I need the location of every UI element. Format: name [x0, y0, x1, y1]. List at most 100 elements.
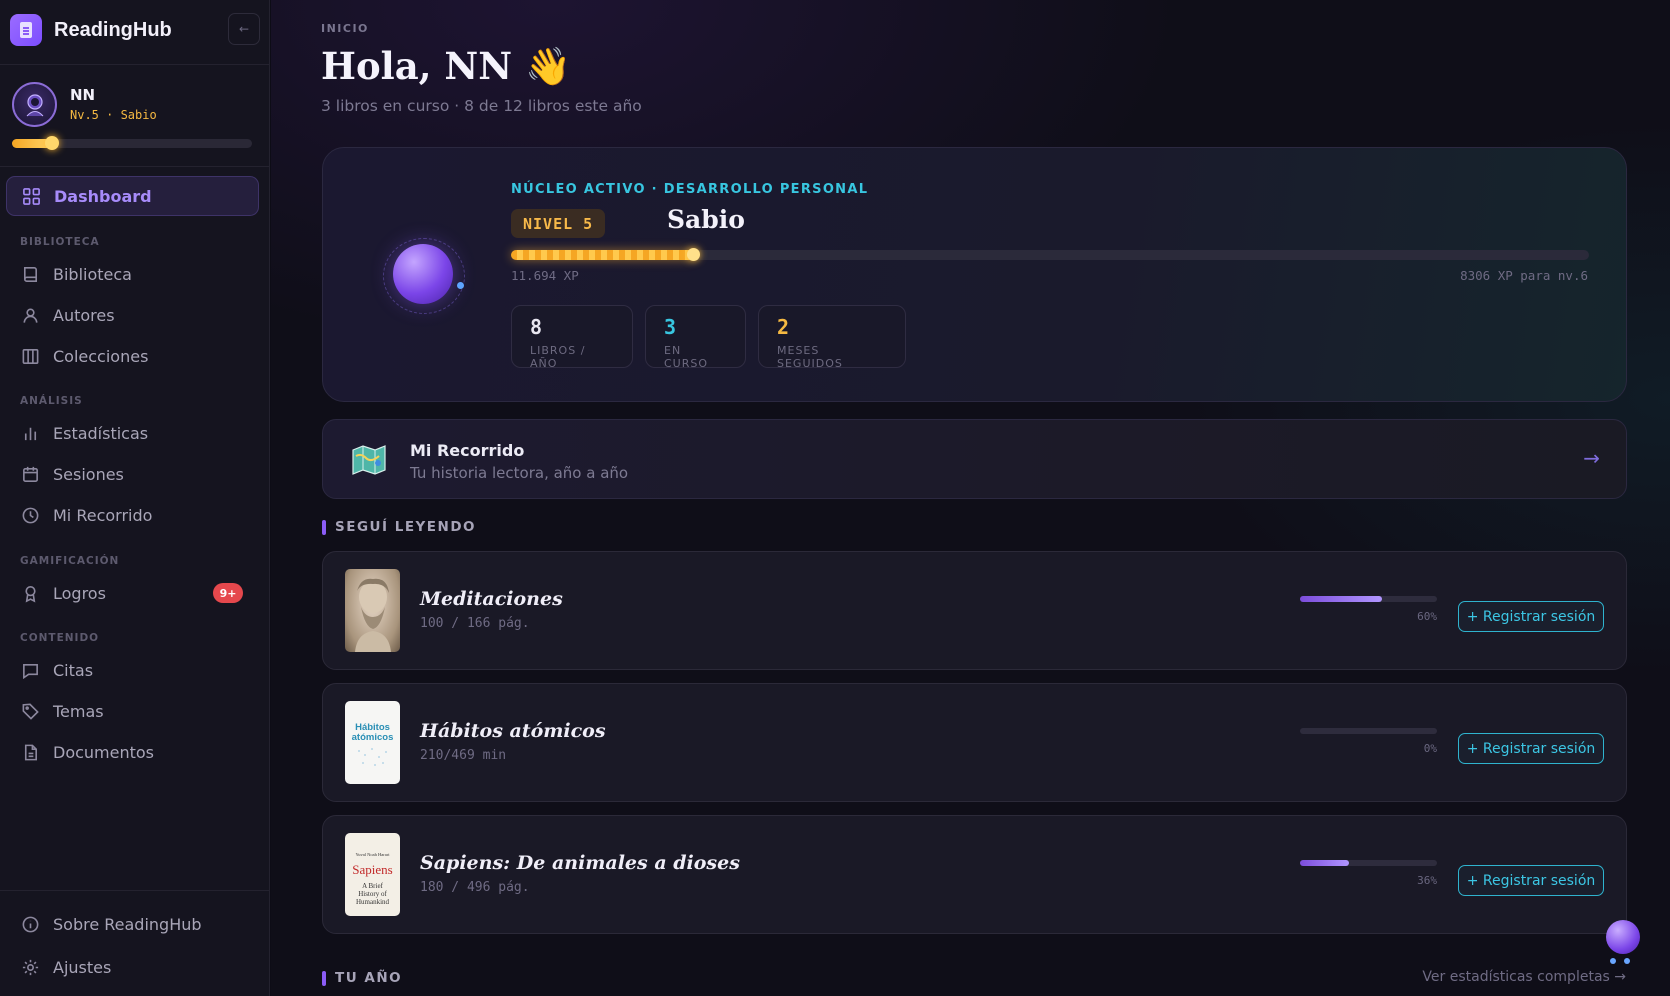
level-name: Sabio [667, 205, 745, 234]
astronaut-icon [26, 93, 43, 116]
book-progress-percent: 60% [1417, 610, 1437, 623]
journey-card[interactable]: Mi Recorrido Tu historia lectora, año a … [322, 419, 1627, 499]
see-all-stats-link[interactable]: Ver estadísticas completas → [1422, 969, 1626, 985]
sidebar-item-label: Documentos [53, 742, 155, 762]
section-title-your-year: TU AÑO [322, 970, 402, 986]
sidebar-item-logros[interactable]: Logros 9+ [6, 573, 259, 613]
xp-progress-bar [511, 248, 1589, 261]
register-session-button[interactable]: + Registrar sesión [1458, 601, 1604, 632]
stat-streak-months: 2 MESES SEGUIDOS [758, 305, 906, 370]
stat-label: EN CURSO [664, 344, 709, 370]
book-progress-bar [1300, 728, 1437, 734]
sidebar-item-dashboard[interactable]: Dashboard [6, 176, 259, 216]
register-session-button[interactable]: + Registrar sesión [1458, 865, 1604, 896]
sidebar-item-label: Estadísticas [53, 423, 149, 443]
award-icon [20, 583, 40, 603]
sidebar-item-citas[interactable]: Citas [6, 650, 259, 690]
journey-title: Mi Recorrido [410, 441, 525, 460]
user-profile[interactable]: NN Nv.5 · Sabio [12, 82, 252, 154]
book-title: Sapiens: De animales a dioses [420, 852, 740, 874]
sidebar-item-label: Sobre ReadingHub [53, 914, 202, 934]
cover-title-line: atómicos [351, 732, 394, 743]
sidebar-item-label: Ajustes [53, 957, 112, 977]
section-label-contenido: CONTENIDO [20, 632, 100, 644]
user-icon [20, 305, 40, 325]
collapse-sidebar-button[interactable]: ← [228, 13, 260, 45]
orb-avatar-icon [383, 238, 473, 318]
cover-subtitle-line: A Brief [362, 882, 383, 890]
arrow-left-icon: ← [238, 22, 250, 36]
book-card-meditaciones[interactable]: Meditaciones 100 / 166 pág. 60% + Regist… [322, 551, 1627, 670]
clock-icon [20, 505, 40, 525]
sidebar-item-sobre[interactable]: Sobre ReadingHub [6, 904, 259, 944]
section-label-biblioteca: BIBLIOTECA [20, 236, 100, 248]
book-cover: Hábitos atómicos [345, 701, 400, 784]
gear-icon [20, 957, 40, 977]
cover-subtitle-line: History of [358, 890, 387, 898]
notification-badge: 9+ [213, 583, 243, 603]
app-name: ReadingHub [54, 18, 172, 41]
level-card: NÚCLEO ACTIVO · DESARROLLO PERSONAL NIVE… [322, 147, 1627, 402]
sidebar-item-biblioteca[interactable]: Biblioteca [6, 254, 259, 294]
sidebar-item-label: Citas [53, 660, 94, 680]
xp-next-level: 8306 XP para nv.6 [1460, 268, 1588, 283]
sidebar-item-label: Autores [53, 305, 115, 325]
orb-icon [1606, 920, 1640, 954]
book-cover: Yuval Noah Harari Sapiens A Brief Histor… [345, 833, 400, 916]
book-logo-icon [10, 14, 42, 46]
book-progress-bar [1300, 596, 1437, 602]
page-title: Hola, NN 👋 [321, 44, 572, 88]
calendar-icon [20, 464, 40, 484]
divider [0, 64, 270, 65]
register-session-button[interactable]: + Registrar sesión [1458, 733, 1604, 764]
sidebar-item-colecciones[interactable]: Colecciones [6, 336, 259, 376]
book-progress-text: 100 / 166 pág. [420, 616, 530, 631]
sidebar-item-ajustes[interactable]: Ajustes [6, 947, 259, 987]
section-label-analisis: ANÁLISIS [20, 395, 83, 407]
brand[interactable]: ReadingHub ← [10, 13, 260, 47]
book-progress-text: 180 / 496 pág. [420, 880, 530, 895]
stat-books-year: 8 LIBROS / AÑO [511, 305, 633, 370]
book-card-habitos-atomicos[interactable]: Hábitos atómicos Hábitos atómicos 210/46… [322, 683, 1627, 802]
info-icon [20, 914, 40, 934]
book-progress-percent: 0% [1423, 742, 1437, 755]
book-progress-fill [1300, 860, 1350, 866]
user-xp-bar [12, 136, 252, 150]
sidebar-item-documentos[interactable]: Documentos [6, 732, 259, 772]
stat-value: 2 [777, 315, 790, 339]
tag-icon [20, 701, 40, 721]
marble-bust-image [355, 578, 391, 652]
stat-label: LIBROS / AÑO [530, 344, 586, 370]
map-icon [352, 445, 386, 475]
journey-description: Tu historia lectora, año a año [410, 464, 629, 482]
sidebar-item-mi-recorrido[interactable]: Mi Recorrido [6, 495, 259, 535]
main-content: INICIO Hola, NN 👋 3 libros en curso · 8 … [271, 0, 1670, 996]
book-progress-bar [1300, 860, 1437, 866]
book-card-sapiens[interactable]: Yuval Noah Harari Sapiens A Brief Histor… [322, 815, 1627, 934]
stat-in-progress: 3 EN CURSO [645, 305, 746, 370]
section-title-continue-reading: SEGUÍ LEYENDO [322, 519, 476, 535]
book-progress-fill [1300, 596, 1383, 602]
user-name: NN [70, 86, 96, 104]
level-badge: NIVEL 5 [511, 209, 606, 238]
sidebar-item-temas[interactable]: Temas [6, 691, 259, 731]
user-level: Nv.5 · Sabio [70, 108, 157, 122]
sidebar-item-autores[interactable]: Autores [6, 295, 259, 335]
book-icon [20, 264, 40, 284]
sidebar-item-estadisticas[interactable]: Estadísticas [6, 413, 259, 453]
sidebar-item-label: Dashboard [54, 186, 152, 206]
sidebar-item-label: Biblioteca [53, 264, 132, 284]
book-cover [345, 569, 400, 652]
avatar [12, 82, 57, 127]
sidebar-item-sesiones[interactable]: Sesiones [6, 454, 259, 494]
assistant-orb-button[interactable] [1604, 920, 1644, 968]
stat-value: 8 [530, 315, 543, 339]
arrow-right-icon[interactable]: → [1583, 446, 1600, 470]
xp-current: 11.694 XP [511, 268, 579, 283]
sidebar: ReadingHub ← NN Nv.5 · Sabio Dashboard B… [0, 0, 270, 996]
book-title: Hábitos atómicos [420, 720, 606, 742]
stat-value: 3 [664, 315, 677, 339]
section-label-gamificacion: GAMIFICACIÓN [20, 555, 120, 567]
grid-icon [21, 186, 41, 206]
sidebar-item-label: Mi Recorrido [53, 505, 153, 525]
